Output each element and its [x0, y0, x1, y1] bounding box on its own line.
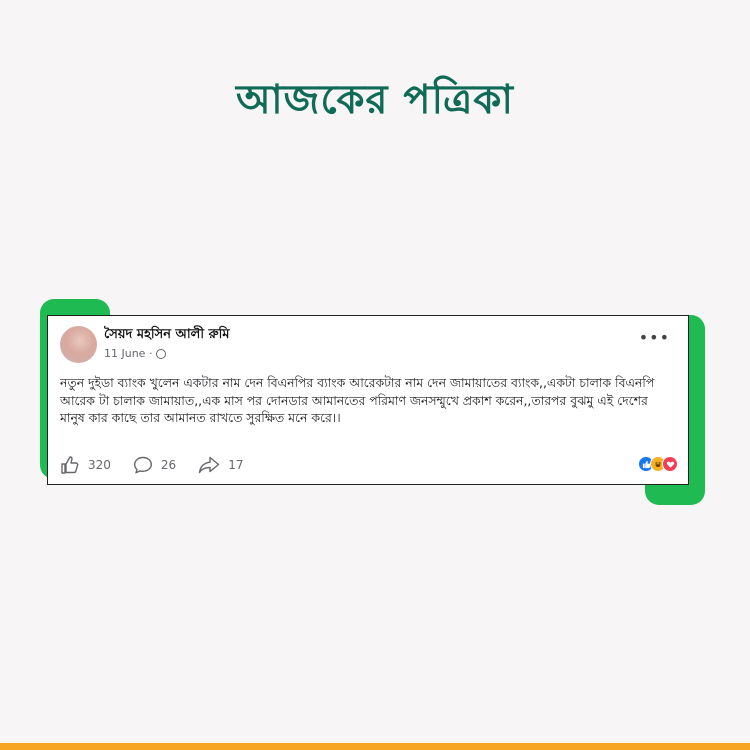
share-icon [198, 456, 220, 474]
thumbs-up-icon [61, 456, 79, 474]
bottom-accent-strip [0, 743, 750, 750]
brand-logo: আজকের পত্রিকা [236, 77, 514, 123]
avatar[interactable] [60, 326, 97, 363]
author-name[interactable]: সৈয়দ মহসিন আলী রুমি [104, 325, 230, 346]
comment-button[interactable]: 26 [133, 456, 176, 474]
love-reaction-icon [662, 456, 678, 472]
like-count: 320 [88, 458, 111, 472]
comment-icon [133, 456, 152, 474]
post-meta: 11 June · [104, 347, 167, 360]
post-text: নতুন দুইডা ব্যাংক খুলেন একটার নাম দেন বি… [60, 375, 655, 425]
post-date[interactable]: 11 June · [104, 347, 152, 360]
share-button[interactable]: 17 [198, 456, 243, 474]
share-count: 17 [228, 458, 244, 472]
comment-count: 26 [160, 458, 177, 472]
globe-icon [156, 348, 167, 359]
facebook-post-card: সৈয়দ মহসিন আলী রুমি 11 June · ••• নতুন … [47, 315, 689, 485]
reaction-summary[interactable] [638, 456, 678, 472]
more-options-icon[interactable]: ••• [639, 330, 670, 346]
post-actions: 320 26 17 [60, 456, 265, 474]
like-button[interactable]: 320 [60, 456, 111, 474]
